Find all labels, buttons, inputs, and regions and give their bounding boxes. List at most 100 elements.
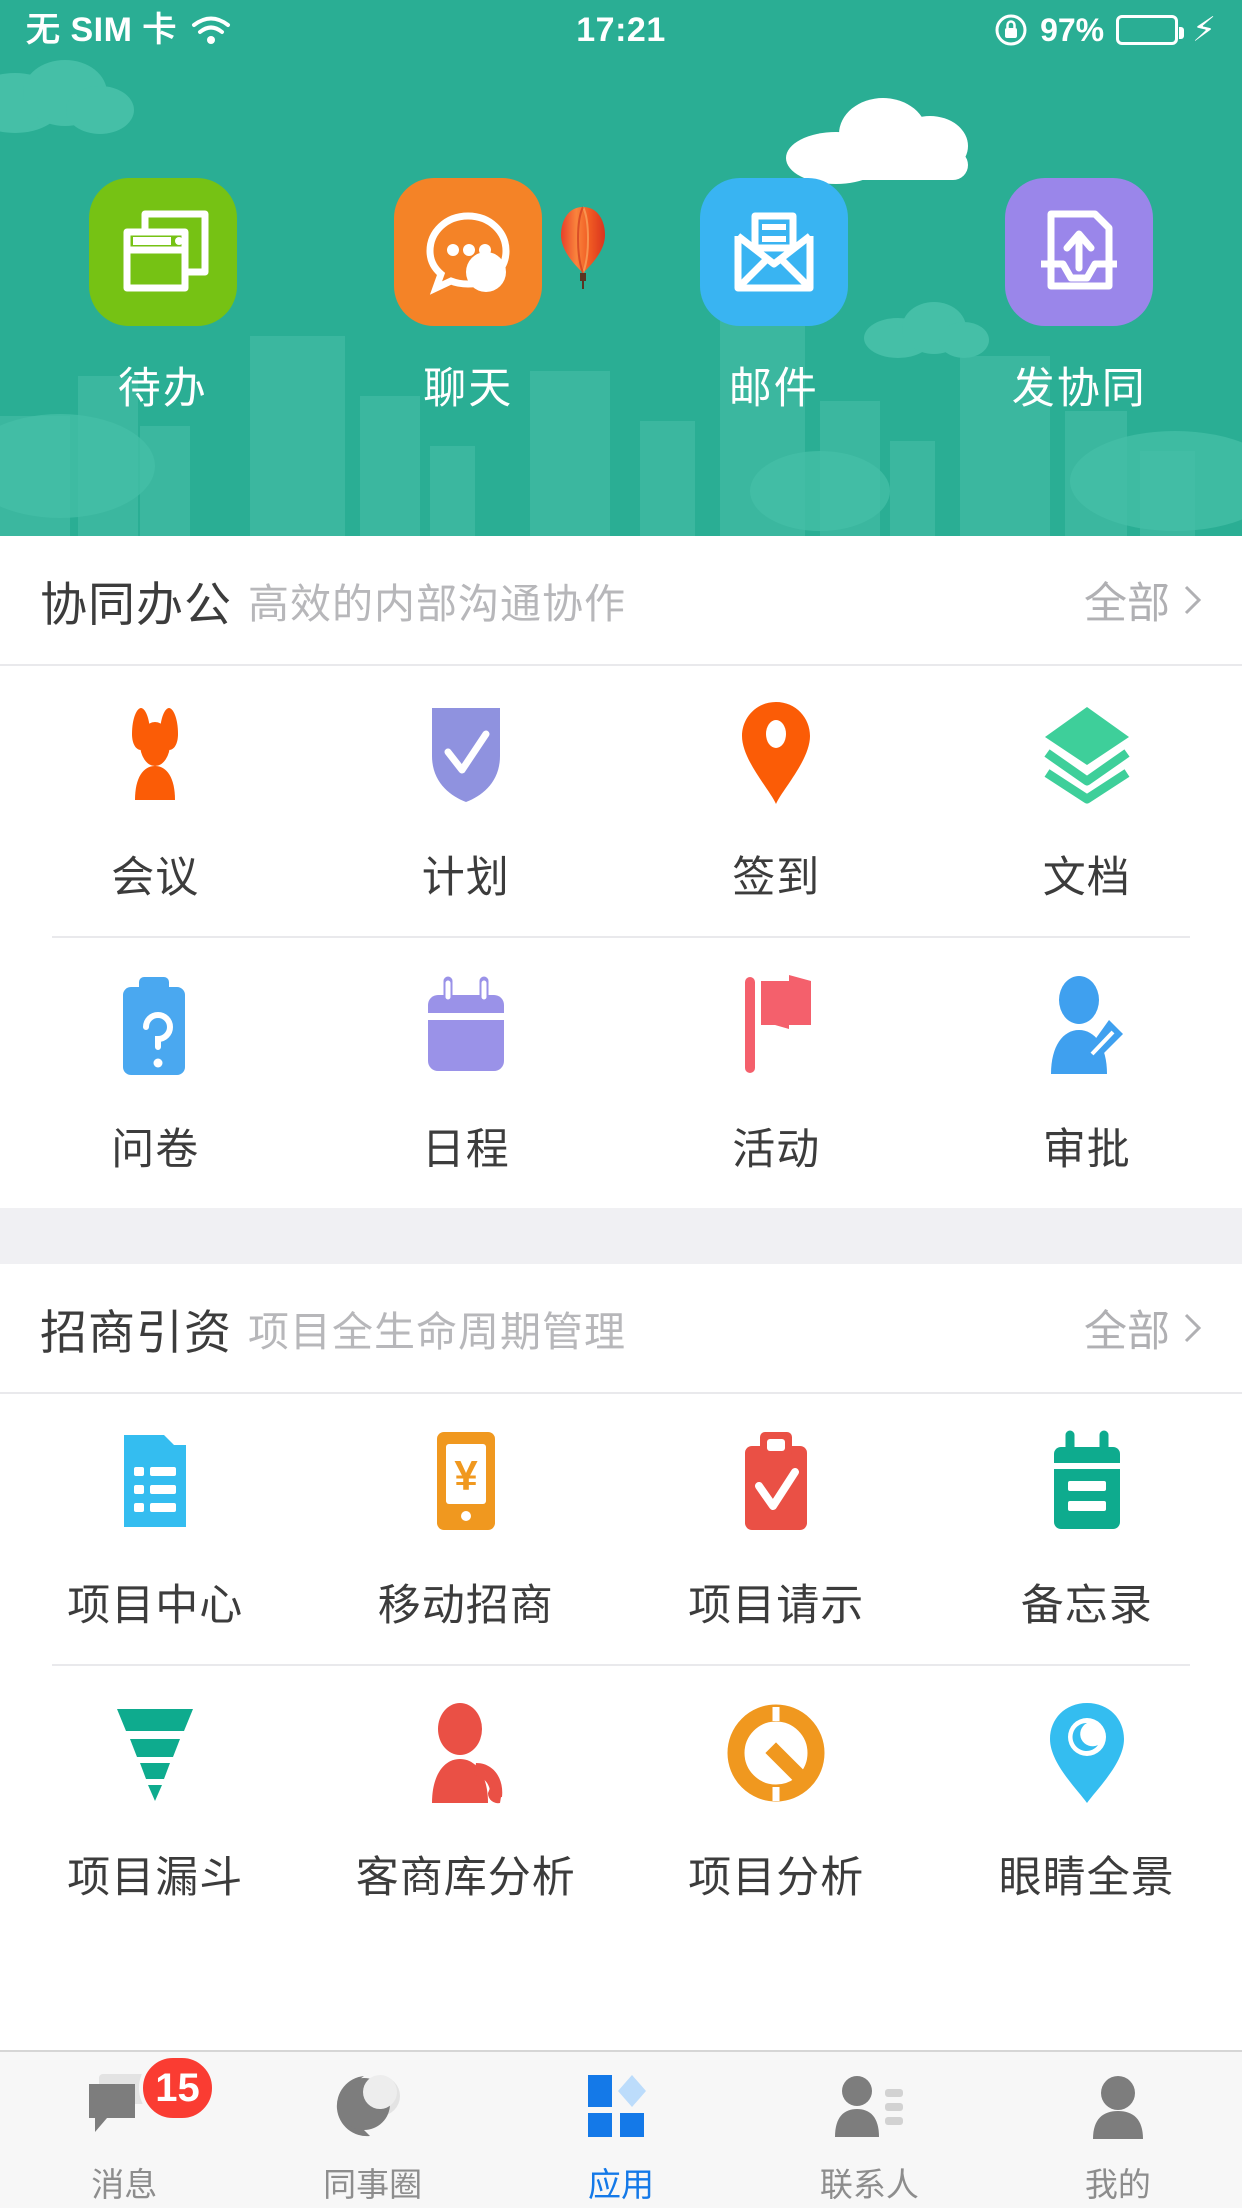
- section-collab-row-2: 问卷 日程 活动 审批: [0, 938, 1242, 1208]
- status-bar-left: 无 SIM 卡: [26, 13, 576, 47]
- app-activity-label: 活动: [732, 1126, 821, 1174]
- app-approval[interactable]: 审批: [932, 938, 1242, 1208]
- map-pin-icon: [736, 697, 816, 809]
- app-plan[interactable]: 计划: [311, 666, 622, 936]
- app-client-analysis-label: 客商库分析: [355, 1854, 576, 1902]
- contacts-icon: [829, 2068, 909, 2144]
- app-project-analysis-label: 项目分析: [688, 1854, 865, 1902]
- person-phone-icon: [418, 1697, 514, 1809]
- app-survey[interactable]: 问卷: [0, 938, 311, 1208]
- app-root: 无 SIM 卡 17:21 97% ⚡ 待办 聊天 邮件 发协同 协同办公 高效…: [0, 0, 1242, 2208]
- tab-contacts[interactable]: 联系人: [745, 2068, 993, 2206]
- app-activity[interactable]: 活动: [621, 938, 932, 1208]
- app-checkin[interactable]: 签到: [621, 666, 932, 936]
- shortcut-send-collab[interactable]: 发协同: [927, 178, 1233, 416]
- app-survey-label: 问卷: [111, 1126, 200, 1174]
- shortcut-chat-label: 聊天: [423, 365, 514, 413]
- tab-messages-label: 消息: [91, 2166, 158, 2203]
- section-collab-view-all-label: 全部: [1084, 580, 1170, 628]
- app-project-center[interactable]: 项目中心: [0, 1394, 311, 1664]
- messages-badge: 15: [139, 2054, 216, 2122]
- notepad-icon: [1044, 1425, 1130, 1537]
- shield-check-icon: [420, 697, 512, 809]
- flag-icon: [731, 969, 821, 1081]
- charging-bolt-icon: ⚡: [1192, 11, 1216, 49]
- app-project-request-label: 项目请示: [688, 1582, 865, 1630]
- app-eye-panorama-label: 眼睛全景: [998, 1854, 1175, 1902]
- section-investment: 招商引资 项目全生命周期管理 全部 项目中心 ¥ 移动招商 项目请示 备忘录 项…: [0, 1264, 1242, 1936]
- layers-icon: [1037, 697, 1137, 809]
- outbox-upload-icon: [1041, 210, 1118, 290]
- people-group-icon: [105, 697, 205, 809]
- tab-profile[interactable]: 我的: [994, 2068, 1242, 2206]
- tab-apps[interactable]: 应用: [497, 2068, 745, 2206]
- shortcut-mail[interactable]: 邮件: [621, 178, 927, 416]
- clock-label: 17:21: [576, 10, 666, 49]
- windows-stack-icon: [123, 210, 209, 292]
- cloud-decoration-left: [0, 60, 134, 134]
- eye-pin-icon: [1044, 1697, 1130, 1809]
- shortcut-todo-tile[interactable]: [88, 178, 237, 326]
- app-schedule[interactable]: 日程: [311, 938, 622, 1208]
- person-pencil-icon: [1037, 969, 1137, 1081]
- app-schedule-label: 日程: [421, 1126, 510, 1174]
- app-project-center-label: 项目中心: [67, 1582, 244, 1630]
- shortcut-mail-label: 邮件: [728, 365, 819, 413]
- tab-contacts-label: 联系人: [819, 2166, 919, 2203]
- battery-percent-label: 97%: [1040, 11, 1105, 48]
- battery-icon: [1116, 15, 1185, 45]
- chat-bubble-icon: [426, 212, 510, 295]
- app-memo[interactable]: 备忘录: [932, 1394, 1242, 1664]
- clipboard-question-icon: [113, 969, 197, 1081]
- shortcut-todo[interactable]: 待办: [10, 178, 316, 416]
- section-investment-row-2: 项目漏斗 客商库分析 项目分析 眼睛全景: [0, 1666, 1242, 1936]
- svg-text:¥: ¥: [454, 1452, 478, 1499]
- app-docs[interactable]: 文档: [932, 666, 1242, 936]
- status-bar-center: 17:21: [576, 11, 665, 50]
- tab-profile-label: 我的: [1084, 2166, 1151, 2203]
- chevron-right-icon: [1184, 585, 1202, 615]
- app-project-request[interactable]: 项目请示: [621, 1394, 932, 1664]
- hero-shortcut-row: 待办 聊天 邮件 发协同: [0, 178, 1242, 416]
- app-docs-label: 文档: [1042, 854, 1131, 902]
- hero-header: 无 SIM 卡 17:21 97% ⚡ 待办 聊天 邮件 发协同: [0, 0, 1242, 536]
- section-collab-view-all[interactable]: 全部: [1084, 569, 1202, 631]
- app-project-funnel[interactable]: 项目漏斗: [0, 1666, 311, 1936]
- donut-chart-icon: [726, 1697, 826, 1809]
- app-meeting[interactable]: 会议: [0, 666, 311, 936]
- shortcut-send-collab-tile[interactable]: [1005, 178, 1154, 326]
- wifi-icon: [191, 16, 230, 44]
- shortcut-mail-tile[interactable]: [699, 178, 848, 326]
- carrier-label: 无 SIM 卡: [26, 11, 177, 49]
- section-investment-header: 招商引资 项目全生命周期管理 全部: [0, 1264, 1242, 1394]
- app-mobile-investment[interactable]: ¥ 移动招商: [311, 1394, 622, 1664]
- shortcut-send-collab-label: 发协同: [1011, 365, 1147, 413]
- app-project-analysis[interactable]: 项目分析: [621, 1666, 932, 1936]
- app-memo-label: 备忘录: [1020, 1582, 1153, 1630]
- app-approval-label: 审批: [1042, 1126, 1131, 1174]
- section-investment-subtitle: 项目全生命周期管理: [248, 1309, 626, 1355]
- app-client-analysis[interactable]: 客商库分析: [311, 1666, 622, 1936]
- section-collab-row-1: 会议 计划 签到 文档: [0, 666, 1242, 936]
- section-investment-row-1: 项目中心 ¥ 移动招商 项目请示 备忘录: [0, 1394, 1242, 1664]
- shortcut-chat-tile[interactable]: [394, 178, 543, 326]
- status-bar: 无 SIM 卡 17:21 97% ⚡: [0, 0, 1242, 60]
- app-checkin-label: 签到: [732, 854, 821, 902]
- rotation-lock-icon: [995, 14, 1027, 46]
- app-meeting-label: 会议: [111, 854, 200, 902]
- section-investment-title: 招商引资: [40, 1305, 232, 1359]
- app-eye-panorama[interactable]: 眼睛全景: [932, 1666, 1242, 1936]
- section-collab-subtitle: 高效的内部沟通协作: [248, 581, 626, 627]
- chevron-right-icon: [1184, 1313, 1202, 1343]
- hot-air-balloon-icon: [561, 206, 605, 289]
- tab-messages[interactable]: 15 消息: [0, 2054, 248, 2206]
- section-investment-view-all-label: 全部: [1084, 1308, 1170, 1356]
- tab-apps-label: 应用: [588, 2166, 655, 2203]
- funnel-icon: [111, 1697, 199, 1809]
- section-collab-header: 协同办公 高效的内部沟通协作 全部: [0, 536, 1242, 666]
- moments-icon: [334, 2068, 412, 2144]
- section-collab-office: 协同办公 高效的内部沟通协作 全部 会议 计划 签到 文档 问卷 日程 活动 审…: [0, 536, 1242, 1208]
- shortcut-todo-label: 待办: [117, 365, 208, 413]
- section-investment-view-all[interactable]: 全部: [1084, 1297, 1202, 1359]
- tab-moments[interactable]: 同事圈: [248, 2068, 496, 2206]
